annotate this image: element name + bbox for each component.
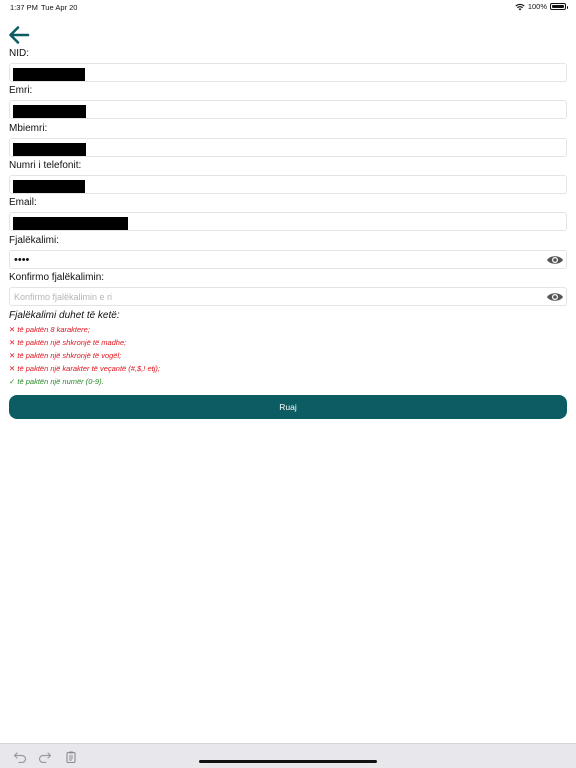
redacted-value [13, 105, 86, 118]
wifi-icon [515, 3, 525, 10]
status-bar: 1:37 PM Tue Apr 20 100% [0, 0, 576, 14]
rule-item: ✕ të paktën një shkronjë të vogël; [9, 351, 121, 360]
eye-icon[interactable] [546, 291, 564, 303]
password-rules-title: Fjalëkalimi duhet të ketë: [9, 310, 120, 321]
rule-item: ✕ të paktën një karakter të veçantë (#,$… [9, 364, 160, 373]
rule-fail-mark: ✕ [9, 364, 16, 373]
status-time: 1:37 PM [10, 3, 38, 12]
redacted-value [13, 143, 86, 156]
redacted-value [13, 180, 85, 193]
arrow-left-icon[interactable] [8, 25, 30, 45]
status-date: Tue Apr 20 [41, 3, 78, 12]
password-value: •••• [14, 254, 30, 266]
rule-item: ✕ të paktën 8 karaktere; [9, 325, 90, 334]
password-label: Fjalëkalimi: [9, 235, 60, 246]
phone-field[interactable] [9, 175, 567, 194]
last-name-label: Mbiemri: [9, 123, 48, 134]
rule-fail-mark: ✕ [9, 338, 16, 347]
confirm-password-label: Konfirmo fjalëkalimin: [9, 272, 105, 283]
rule-item: ✕ të paktën një shkronjë të madhe; [9, 338, 126, 347]
email-label: Email: [9, 197, 37, 208]
rule-text: të paktën një shkronjë të vogël; [17, 351, 122, 360]
save-button[interactable]: Ruaj [9, 395, 567, 419]
redacted-value [13, 217, 128, 230]
phone-label: Numri i telefonit: [9, 160, 82, 171]
confirm-password-placeholder: Konfirmo fjalëkalimin e ri [14, 292, 113, 302]
rule-fail-mark: ✕ [9, 325, 16, 334]
rule-fail-mark: ✕ [9, 351, 16, 360]
email-field[interactable] [9, 212, 567, 231]
last-name-field[interactable] [9, 138, 567, 157]
home-indicator[interactable] [199, 760, 377, 763]
battery-icon [550, 3, 568, 10]
first-name-field[interactable] [9, 100, 567, 119]
rule-text: të paktën një shkronjë të madhe; [17, 338, 127, 347]
status-right: 100% [515, 2, 568, 11]
clipboard-icon[interactable] [64, 751, 78, 763]
save-button-label: Ruaj [279, 402, 297, 412]
confirm-password-field[interactable]: Konfirmo fjalëkalimin e ri [9, 287, 567, 306]
nid-field[interactable] [9, 63, 567, 82]
redo-icon[interactable] [38, 751, 52, 763]
eye-icon[interactable] [546, 254, 564, 266]
password-field[interactable]: •••• [9, 250, 567, 269]
rule-text: të paktën një numër (0-9). [17, 377, 104, 386]
rule-text: të paktën 8 karaktere; [17, 325, 90, 334]
redacted-value [13, 68, 85, 81]
undo-icon[interactable] [13, 751, 27, 763]
battery-percent: 100% [527, 2, 547, 11]
rule-text: të paktën një karakter të veçantë (#,$,!… [17, 364, 160, 373]
first-name-label: Emri: [9, 85, 33, 96]
bottom-toolbar [0, 743, 576, 768]
nid-label: NID: [9, 48, 29, 59]
rule-item: ✓ të paktën një numër (0-9). [9, 377, 104, 386]
rule-pass-mark: ✓ [9, 377, 16, 386]
